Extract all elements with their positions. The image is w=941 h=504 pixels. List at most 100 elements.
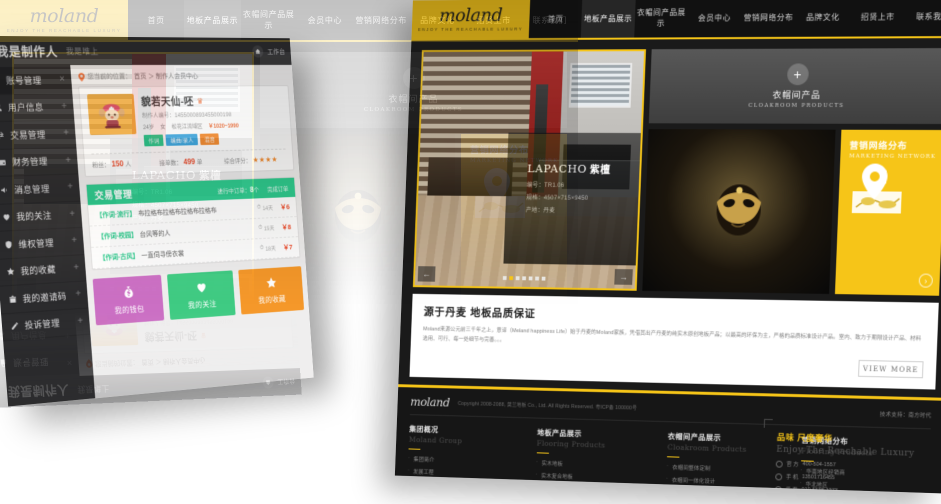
footer-link-list: 实木地板实木复合地板强化复合地板户外地板 (534, 459, 659, 493)
sidebar-item-expander[interactable]: + (77, 315, 83, 326)
marketing-network-panel[interactable]: 营销网络分布 MARKETING NETWORK › (834, 129, 941, 296)
list-item[interactable]: 衣帽间配件 (666, 488, 792, 494)
cloakroom-panel[interactable]: + 衣帽间产品 CLOAKROOM PRODUCTS (648, 48, 941, 125)
carousel-dots[interactable] (502, 276, 546, 281)
sidebar-item-5[interactable]: 我的关注 + (0, 201, 83, 232)
logo-text: moland (29, 5, 99, 27)
nav-item-4[interactable]: 营销网络分布 (741, 0, 797, 37)
list-item[interactable]: 资质荣誉 (407, 491, 528, 494)
sidebar-item-1[interactable]: 用户信息 + (0, 93, 75, 123)
nav-item-3: 会员中心 (307, 15, 343, 25)
footer-column-rule (14, 469, 27, 471)
list-item[interactable]: 实木复合地板 (535, 471, 658, 483)
overlay-title-row: LAPACHO 紫檀 (527, 162, 640, 177)
nav-item-0[interactable]: 首页 (529, 0, 583, 38)
sidebar-item-3[interactable]: 财务管理 + (0, 147, 79, 178)
carousel-dot-5[interactable] (535, 276, 540, 281)
list-item[interactable]: 产品理念 (407, 479, 528, 491)
nav-item-1[interactable]: 地板产品展示 (581, 0, 636, 38)
intro-title: 源于丹麦 地板品质保证 (423, 306, 536, 321)
sidebar-item-expander[interactable]: + (61, 101, 67, 112)
contact-row: 官 方 400-504-1557 (775, 460, 919, 472)
trade-price: ￥6 (279, 202, 290, 212)
list-item[interactable]: 发展工程 (408, 467, 529, 479)
trade-progress-unit: 个 (253, 186, 260, 194)
avatar[interactable] (86, 93, 137, 136)
contact-label: 传 真 (785, 487, 798, 494)
sidebar-item-expander[interactable]: + (75, 289, 81, 300)
contact-row: 传 真 010-5638-1273 (774, 486, 918, 494)
edit-icon (9, 320, 20, 332)
profile-gender: 女 (160, 124, 166, 131)
trade-progress-label: 进行中订单： (217, 187, 251, 195)
moland-website-mockup: moland ENJOY THE REACHABLE LUXURY 首页 地板产品… (394, 0, 941, 494)
stat-orders-label: 接单数： (159, 159, 183, 168)
contact-label: 手 机 (418, 484, 431, 491)
quick-card-1[interactable]: 我的关注 (166, 270, 236, 320)
sidebar-item-expander[interactable]: + (67, 182, 73, 193)
cloakroom-title-en: CLOAKROOM PRODUCTS (748, 102, 845, 109)
wood-cabinet (427, 157, 514, 197)
carousel-dot-2[interactable] (515, 276, 520, 281)
quick-card-0[interactable]: 我的钱包 (92, 274, 165, 326)
mask-image-panel[interactable] (642, 129, 836, 294)
trade-done-label: 完成订单 (266, 185, 289, 193)
phone-icon (407, 482, 414, 490)
sidebar-item-expander[interactable]: + (65, 155, 71, 166)
sidebar-item-expander[interactable]: × (59, 74, 65, 85)
carousel-dot-6[interactable] (541, 276, 546, 281)
stat-fans-value: 150 (111, 158, 124, 168)
carousel-prev-button[interactable]: ← (417, 266, 436, 282)
profile-tag[interactable]: 编曲/录人 (165, 133, 199, 146)
marketing-go-icon[interactable]: › (918, 273, 934, 288)
trade-days-value: 15天 (263, 226, 275, 233)
trade-days: ⏱18天 (259, 245, 277, 253)
sidebar-item-label: 消息管理 (14, 183, 51, 195)
header-user-label[interactable]: 工作台 (267, 47, 285, 56)
nav-item-3[interactable]: 会员中心 (687, 0, 742, 37)
overlay-title: LAPACHO (527, 161, 588, 176)
sidebar-item-expander[interactable]: + (71, 235, 77, 246)
sidebar-item-9[interactable]: 投诉管理 + (1, 307, 91, 342)
sidebar-item-2[interactable]: 交易管理 + (0, 120, 77, 150)
contact-label: 手 机 (785, 475, 799, 482)
trade-title: 交易管理 (94, 189, 133, 203)
nav-item-7[interactable]: 联系我们 (905, 0, 941, 36)
nav-item-5[interactable]: 品牌文化 (795, 0, 851, 37)
carousel-dot-1[interactable] (509, 276, 514, 281)
profile-id: 制作人编号：1455000893455000198 (142, 112, 232, 120)
list-item[interactable]: 集团简介 (408, 455, 529, 466)
carousel-next-button[interactable]: → (614, 269, 633, 285)
profile-tag[interactable]: 作词 (143, 134, 165, 147)
list-item[interactable]: 实木地板 (536, 459, 659, 471)
sidebar-item-expander[interactable]: + (69, 208, 75, 219)
nav-item-6[interactable]: 招贤上市 (849, 0, 906, 37)
divider (91, 148, 286, 155)
profile-stats: 粉丝： 150 人 接单数： 499 单 综合评分： ★★★★ (92, 154, 287, 169)
carousel-dot-0[interactable] (502, 276, 507, 280)
sidebar-item-expander[interactable]: + (63, 128, 69, 139)
carousel-dot-3[interactable] (522, 276, 527, 281)
list-item[interactable]: 强化复合地板 (535, 484, 658, 494)
nav-item-2[interactable]: 衣帽间产品展示 (634, 0, 689, 38)
footer-tech-support: 技术支持：南方时代 (879, 412, 932, 420)
home-icon[interactable] (252, 45, 264, 58)
breadcrumb-path[interactable]: 首页 ＞ 制作人会员中心 (134, 72, 199, 82)
star-icon (5, 266, 16, 278)
quick-card-2[interactable]: 我的收藏 (238, 266, 305, 315)
profile-tag[interactable]: 混音 (199, 133, 220, 146)
plus-icon[interactable]: + (786, 63, 809, 86)
breadcrumb: 您当前的位置： 首页 ＞ 制作人会员中心 (78, 71, 288, 82)
footer-column-0: 集团概况 Moland Group 集团简介发展工程产品理念资质荣誉加盟代理 (406, 424, 530, 494)
sidebar-item-0[interactable]: 账号管理 × (0, 66, 73, 95)
marketing-title-cn: 营销网络分布 (849, 140, 908, 151)
sidebar-item-4[interactable]: 消息管理 + (0, 174, 81, 205)
carousel-dot-4[interactable] (528, 276, 533, 281)
sidebar-item-label: 用户信息 (7, 102, 44, 114)
site-logo[interactable]: moland ENJOY THE REACHABLE LUXURY (411, 0, 531, 39)
sidebar-item-label: 维权管理 (18, 237, 55, 250)
hero-carousel[interactable]: LAPACHO 紫檀 编号：TR1.06 规格：4507×715×9450 产地：丹麦… (412, 49, 647, 291)
sidebar-item-expander[interactable]: + (73, 262, 79, 273)
footer-contact-block: 品味 尺度奢华 Enjoy The Reachable Luxury 官 方 4… (763, 419, 931, 494)
view-more-button[interactable]: VIEW MORE (858, 360, 924, 379)
